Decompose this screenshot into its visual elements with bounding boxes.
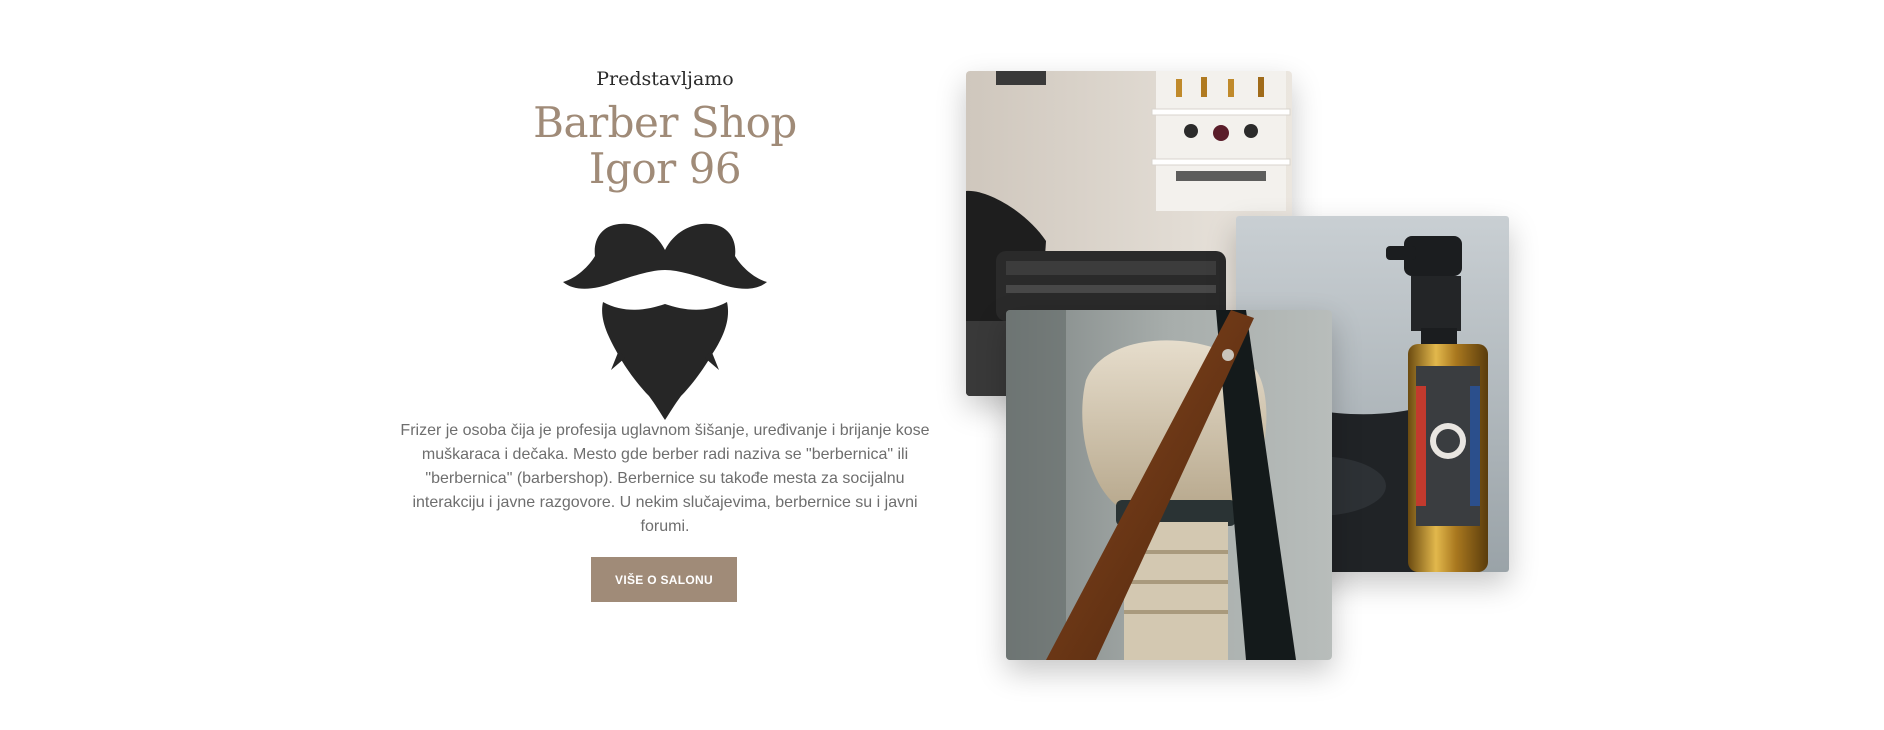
section-description: Frizer je osoba čija je profesija uglavn… [400,422,930,535]
beard-mustache-icon [563,220,768,420]
beard-mustache-icon-graphic [563,223,767,420]
shaving-brush-and-razor-photo [1006,310,1332,660]
section-eyebrow: Predstavljamo [596,68,734,90]
title-line-1: Barber Shop [533,98,797,147]
title-line-2: Igor 96 [588,144,742,193]
page-title: Barber Shop Igor 96 [395,100,935,192]
more-about-salon-button[interactable]: VIŠE O SALONU [591,557,737,602]
